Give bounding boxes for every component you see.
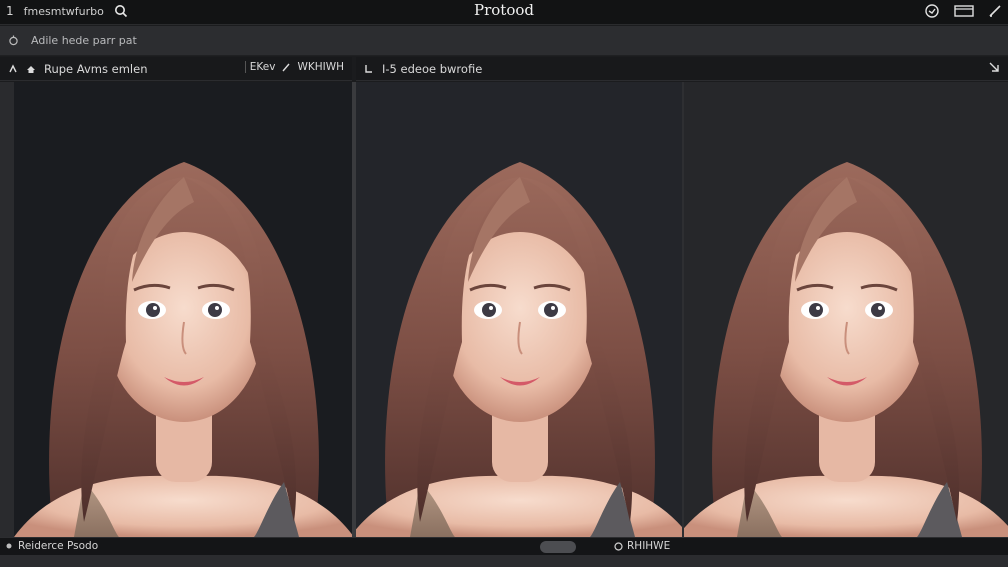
portrait-image-1 (14, 160, 352, 537)
app-title: Protood (474, 1, 534, 19)
pencil-icon[interactable] (988, 4, 1002, 18)
home-icon[interactable] (26, 64, 36, 74)
status-right-label[interactable]: RHIHWE (627, 540, 670, 552)
zoom-slider[interactable] (540, 541, 576, 553)
window-icon[interactable] (954, 4, 974, 18)
bottom-strip (0, 555, 1008, 567)
left-panel-header: Rupe Avms emlen EKev WKHIWH (0, 57, 352, 81)
status-bar: Reiderce Psodo RHIHWE (0, 537, 1008, 555)
portrait-canvas-3[interactable] (684, 82, 1008, 537)
refresh-icon[interactable] (924, 3, 940, 19)
collapse-icon[interactable] (988, 61, 1000, 73)
right-panel-header: I-5 edeoe bwrofie (356, 57, 1008, 81)
settings-icon[interactable] (614, 541, 623, 551)
path-text[interactable]: Adile hede parr pat (31, 34, 137, 47)
top-bar: 1 fmesmtwfurbo Protood (0, 0, 1008, 25)
tool-label-2[interactable]: WKHIWH (297, 61, 344, 73)
portrait-canvas-2[interactable] (356, 82, 682, 537)
portrait-image-2 (356, 160, 682, 537)
brush-icon[interactable] (281, 62, 291, 72)
top-bar-right (924, 3, 1002, 19)
portrait-image-3 (684, 160, 1008, 537)
layout-icon[interactable] (364, 64, 374, 74)
right-panel-title: I-5 edeoe bwrofie (382, 61, 483, 76)
status-left-label[interactable]: Reiderce Psodo (18, 540, 98, 552)
up-arrow-icon[interactable] (8, 63, 18, 74)
portrait-canvas-1[interactable] (14, 82, 352, 537)
left-gutter (0, 82, 14, 537)
tool-label-1[interactable]: EKev (244, 61, 275, 73)
path-bar: Adile hede parr pat (0, 26, 1008, 56)
lock-icon (8, 35, 19, 46)
left-panel-title: Rupe Avms emlen (44, 61, 148, 76)
status-dot-icon (6, 543, 12, 549)
